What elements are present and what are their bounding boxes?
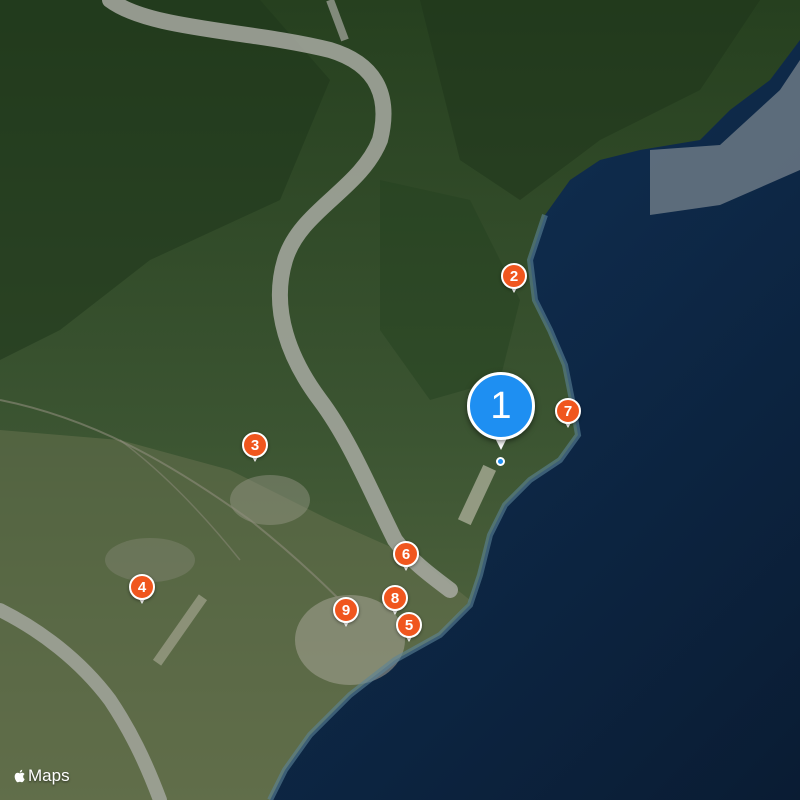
map-pin-3[interactable]: 3	[238, 432, 272, 476]
pin-head: 9	[333, 597, 359, 623]
pin-head: 1	[467, 372, 535, 440]
pin-label: 8	[390, 589, 400, 607]
map-view[interactable]: 1 2 3 4 5 6 7 8 9 Maps	[0, 0, 800, 800]
maps-attribution[interactable]: Maps	[12, 766, 70, 786]
pin-label: 7	[563, 402, 573, 420]
attribution-text: Maps	[28, 766, 70, 785]
urban-area	[230, 475, 310, 525]
pin-head: 4	[129, 574, 155, 600]
pin-head: 6	[393, 541, 419, 567]
pin-label: 1	[490, 384, 512, 427]
apple-logo-icon	[14, 769, 25, 783]
map-pin-6[interactable]: 6	[389, 541, 423, 585]
pin-label: 4	[137, 578, 147, 596]
pin-label: 3	[250, 436, 260, 454]
map-pin-7[interactable]: 7	[551, 398, 585, 442]
pin-head: 3	[242, 432, 268, 458]
satellite-imagery	[0, 0, 800, 800]
map-pin-4[interactable]: 4	[125, 574, 159, 618]
pin-head: 8	[382, 585, 408, 611]
map-pin-primary[interactable]: 1	[463, 372, 543, 472]
location-dot-icon	[496, 457, 505, 466]
pin-head: 2	[501, 263, 527, 289]
pin-label: 6	[401, 545, 411, 563]
map-pin-8[interactable]: 8	[378, 585, 412, 629]
pin-label: 2	[509, 267, 519, 285]
pin-label: 9	[341, 601, 351, 619]
pin-head: 7	[555, 398, 581, 424]
map-pin-2[interactable]: 2	[497, 263, 531, 307]
map-pin-9[interactable]: 9	[329, 597, 363, 641]
